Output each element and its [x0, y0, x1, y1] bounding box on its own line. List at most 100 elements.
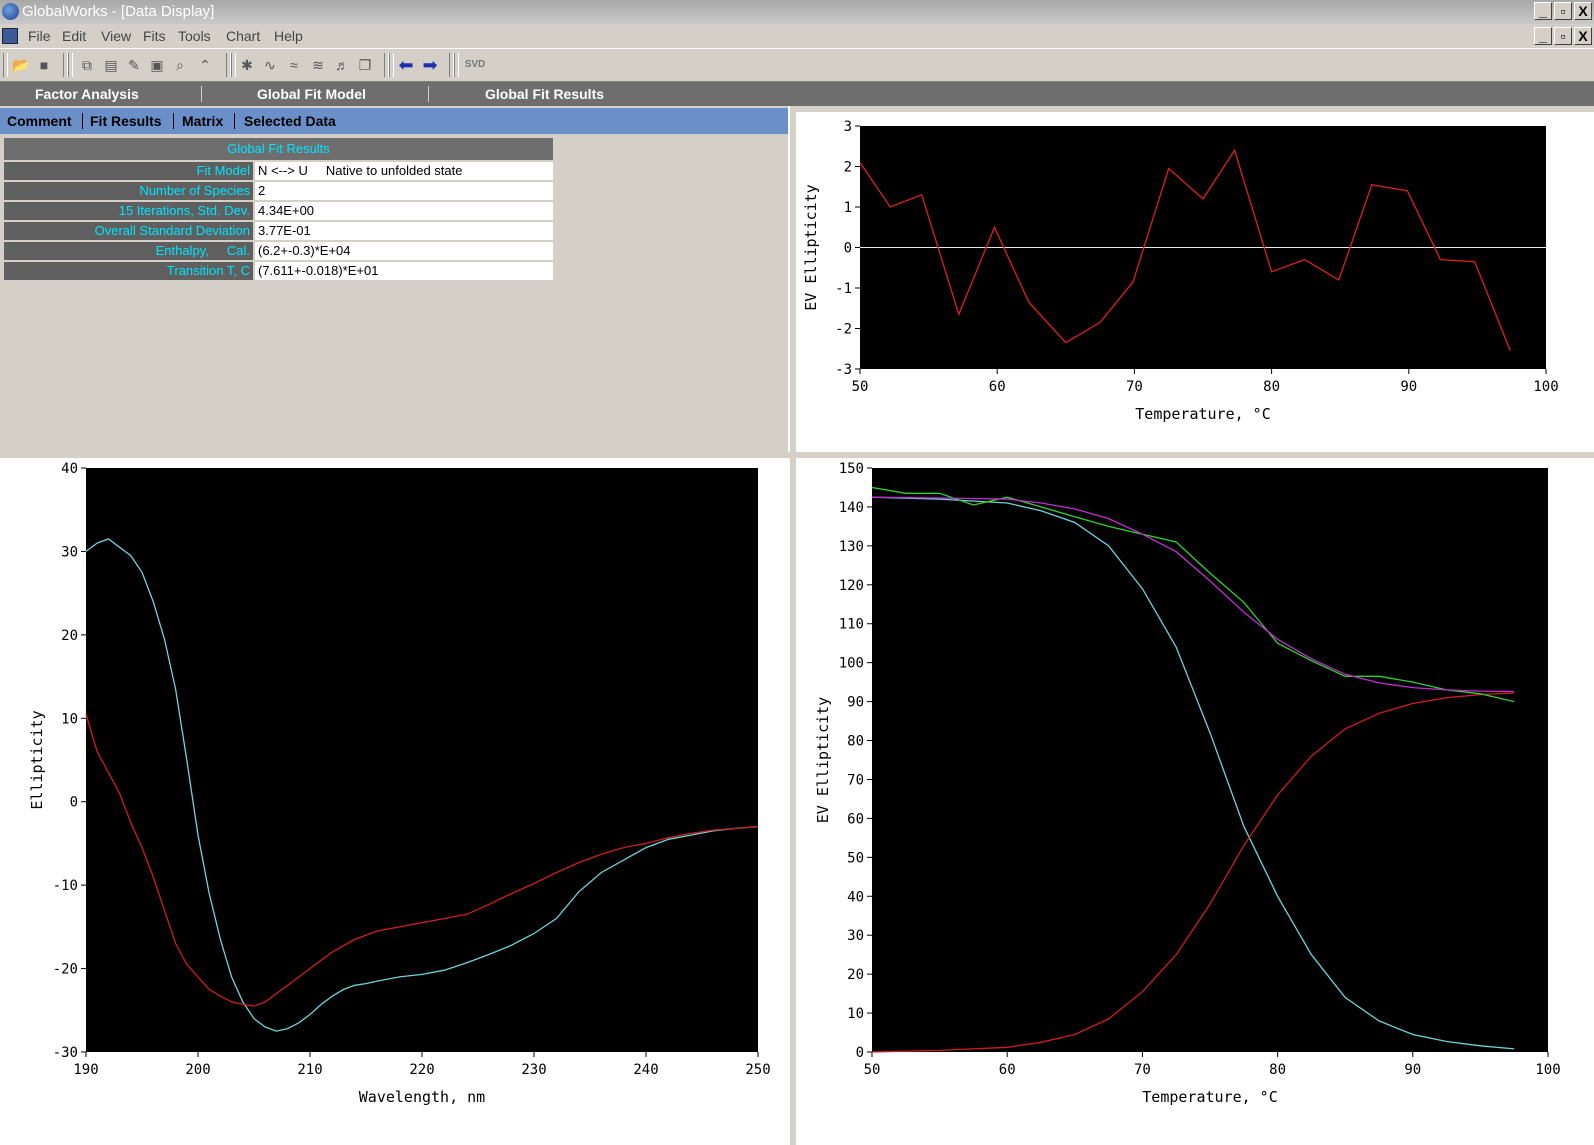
x-tick-label: 240 — [633, 1062, 658, 1078]
x-tick-label: 70 — [1126, 379, 1143, 395]
y-tick-label: 0 — [856, 1045, 864, 1061]
menu-view[interactable]: View — [101, 24, 131, 48]
copy-icon[interactable]: ⧉ — [78, 56, 96, 74]
stop-icon[interactable]: ■ — [35, 56, 53, 74]
lock-icon[interactable]: ▣ — [148, 56, 166, 74]
menu-chart[interactable]: Chart — [226, 24, 260, 48]
pencil-icon[interactable]: ✎ — [125, 56, 143, 74]
x-tick-label: 90 — [1404, 1062, 1421, 1078]
x-axis-label: Temperature, °C — [1142, 1088, 1277, 1106]
bell-icon[interactable]: ♬ — [333, 56, 351, 74]
x-tick-label: 50 — [852, 379, 869, 395]
toolbar-grip — [454, 53, 459, 77]
cross-marker-icon[interactable]: ✱ — [238, 56, 256, 74]
x-tick-label: 230 — [521, 1062, 546, 1078]
spectra-chart-svg: 190 200 210 220 230 240 250 -30 -20 -10 0 10 20 30 40 W… — [28, 461, 771, 1106]
subtab-fit-results[interactable]: Fit Results — [90, 108, 162, 134]
svd-button[interactable]: SVD — [462, 56, 488, 74]
subtab-comment[interactable]: Comment — [7, 108, 72, 134]
fit-curve-icon[interactable]: ∿ — [261, 56, 279, 74]
row-value: (6.2+-0.3)*E+04 — [253, 242, 553, 260]
y-tick-label: 90 — [847, 695, 864, 711]
results-panel: Comment Fit Results Matrix Selected Data… — [0, 106, 790, 452]
menu-file[interactable]: File — [28, 24, 51, 48]
y-tick-label: -20 — [53, 962, 78, 978]
menu-tools[interactable]: Tools — [178, 24, 211, 48]
zoom-icon[interactable]: ⌕ — [171, 56, 189, 74]
subtab-separator — [234, 113, 235, 129]
x-tick-label: 100 — [1533, 379, 1558, 395]
menu-bar: File Edit View Fits Tools Chart Help _ ▫… — [0, 24, 1594, 48]
y-tick-label: -2 — [835, 322, 852, 338]
fit-multi-icon[interactable]: ≋ — [309, 56, 327, 74]
window-icon[interactable]: ❐ — [356, 56, 374, 74]
row-label: Transition T, C — [4, 262, 253, 280]
arrow-right-icon[interactable]: ➡ — [421, 56, 439, 74]
toolbar-grip — [231, 53, 236, 77]
mode-tab-bar: Factor Analysis Global Fit Model Global … — [0, 82, 1594, 106]
menu-help[interactable]: Help — [274, 24, 303, 48]
results-subtab-bar: Comment Fit Results Matrix Selected Data — [0, 108, 788, 134]
tab-global-fit-model[interactable]: Global Fit Model — [257, 82, 366, 106]
x-tick-label: 80 — [1263, 379, 1280, 395]
minimize-button[interactable]: _ — [1534, 2, 1552, 20]
restore-button[interactable]: ▫ — [1554, 2, 1572, 20]
open-folder-icon[interactable]: 📂 — [12, 56, 30, 74]
row-label: Fit Model — [4, 162, 253, 180]
y-axis-label: EV Ellipticity — [814, 697, 832, 823]
x-tick-label: 100 — [1535, 1062, 1560, 1078]
y-tick-label: 40 — [61, 461, 78, 477]
document-icon[interactable] — [2, 28, 18, 44]
y-tick-label: 130 — [839, 539, 864, 555]
arrow-left-icon[interactable]: ⬅ — [397, 56, 415, 74]
residuals-chart-svg: 50 60 70 80 90 100 -3 -2 -1 0 1 2 3 Temperature, °C EV… — [802, 119, 1559, 423]
doc-restore-button[interactable]: ▫ — [1554, 27, 1572, 45]
peak-icon[interactable]: ⌃ — [196, 56, 214, 74]
subtab-selected-data[interactable]: Selected Data — [244, 108, 336, 134]
subtab-matrix[interactable]: Matrix — [182, 108, 223, 134]
row-value: (7.611+-0.018)*E+01 — [253, 262, 553, 280]
doc-minimize-button[interactable]: _ — [1534, 27, 1552, 45]
row-label: Number of Species — [4, 182, 253, 200]
toolbar-grip — [389, 53, 394, 77]
tab-global-fit-results[interactable]: Global Fit Results — [485, 82, 604, 106]
y-tick-label: 2 — [844, 160, 852, 176]
tab-separator — [428, 86, 429, 102]
window-controls: _ ▫ X — [1534, 2, 1592, 20]
fractions-chart-svg: 50 60 70 80 90 100 0 10 20 30 40 50 60 70 80 90 100 110 12… — [814, 461, 1561, 1106]
x-tick-label: 200 — [185, 1062, 210, 1078]
table-row: Transition T, C (7.611+-0.018)*E+01 — [4, 262, 553, 280]
fractions-chart: 50 60 70 80 90 100 0 10 20 30 40 50 60 70 80 90 100 110 12… — [796, 458, 1594, 1145]
window-title: GlobalWorks - [Data Display] — [22, 3, 215, 20]
y-tick-label: 60 — [847, 811, 864, 827]
fit-cross-icon[interactable]: ≈ — [285, 56, 303, 74]
menu-fits[interactable]: Fits — [143, 24, 166, 48]
table-row: Fit Model N <--> U Native to unfolded sta… — [4, 162, 553, 180]
y-tick-label: 10 — [847, 1006, 864, 1022]
x-tick-label: 60 — [999, 1062, 1016, 1078]
y-tick-label: 10 — [61, 711, 78, 727]
window-title-bar: GlobalWorks - [Data Display] _ ▫ X — [0, 0, 1594, 24]
y-tick-label: 110 — [839, 617, 864, 633]
x-tick-label: 50 — [864, 1062, 881, 1078]
x-tick-label: 220 — [409, 1062, 434, 1078]
tab-factor-analysis[interactable]: Factor Analysis — [35, 82, 139, 106]
y-tick-label: 100 — [839, 656, 864, 672]
row-value: 3.77E-01 — [253, 222, 553, 240]
close-button[interactable]: X — [1574, 2, 1592, 20]
row-label: Overall Standard Deviation — [4, 222, 253, 240]
y-tick-label: -3 — [835, 362, 852, 378]
x-tick-label: 190 — [73, 1062, 98, 1078]
app-globe-icon — [2, 3, 19, 20]
spectra-chart: 190 200 210 220 230 240 250 -30 -20 -10 0 10 20 30 40 W… — [0, 458, 790, 1145]
x-tick-label: 70 — [1134, 1062, 1151, 1078]
paste-icon[interactable]: ▤ — [102, 56, 120, 74]
subtab-separator — [82, 113, 83, 129]
y-tick-label: 80 — [847, 734, 864, 750]
menu-edit[interactable]: Edit — [62, 24, 86, 48]
y-tick-label: 140 — [839, 500, 864, 516]
doc-close-button[interactable]: X — [1574, 27, 1592, 45]
row-value: N <--> U Native to unfolded state — [253, 162, 553, 180]
y-tick-label: -1 — [835, 281, 852, 297]
y-tick-label: 150 — [839, 461, 864, 477]
